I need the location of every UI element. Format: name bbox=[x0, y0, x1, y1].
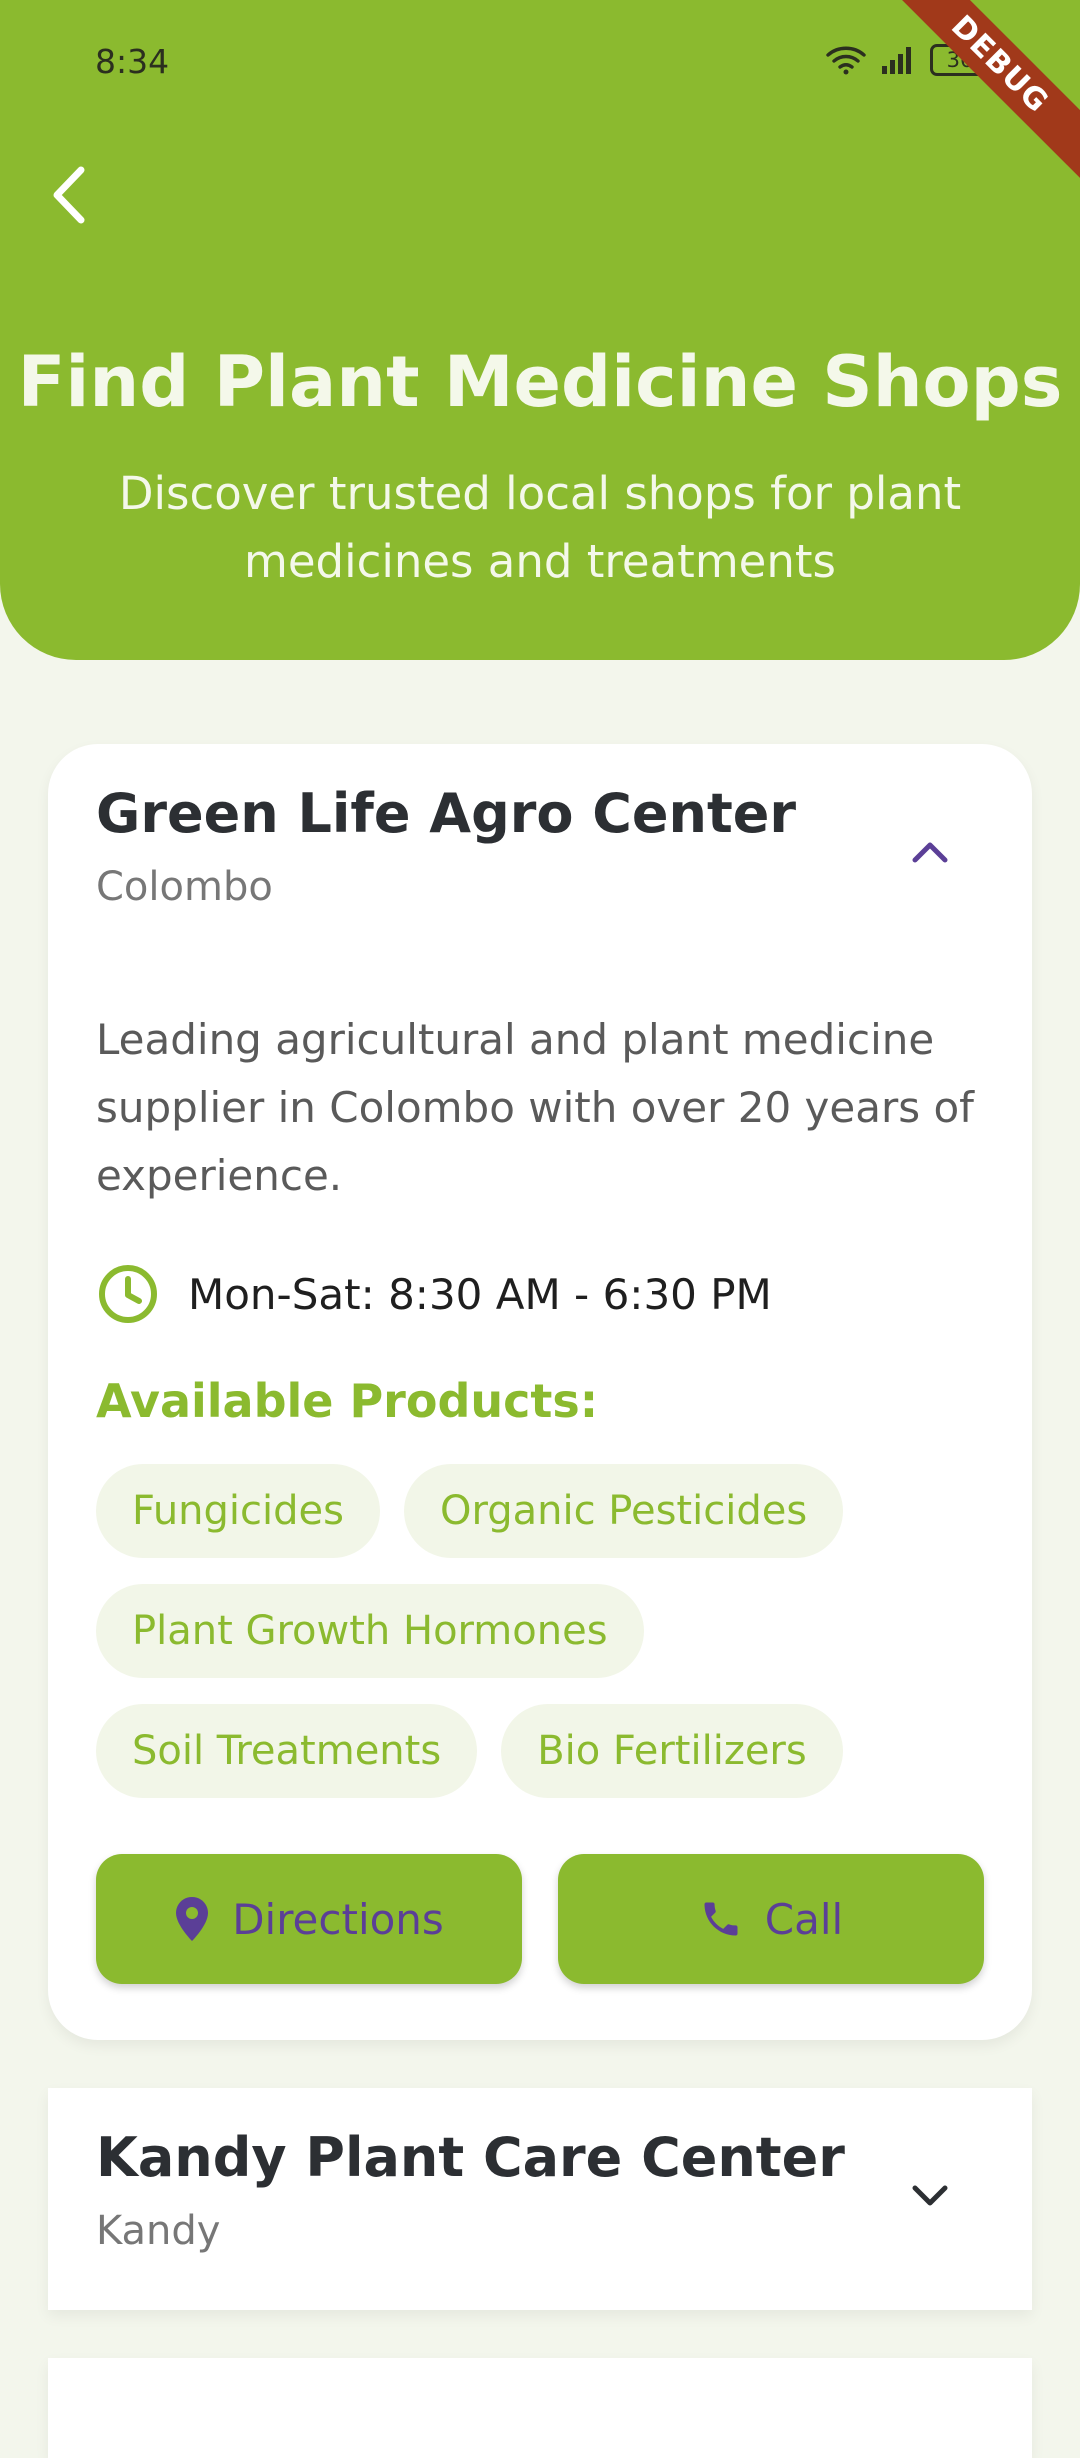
page-title: Find Plant Medicine Shops bbox=[17, 341, 1063, 423]
shop-hours-text: Mon-Sat: 8:30 AM - 6:30 PM bbox=[188, 1269, 772, 1319]
product-chip: Soil Treatments bbox=[96, 1704, 478, 1798]
phone-icon bbox=[704, 1902, 738, 1936]
clock-icon bbox=[99, 1265, 157, 1323]
shop-name: Kandy Plant Care Center bbox=[96, 2126, 845, 2189]
product-chip: Bio Fertilizers bbox=[501, 1704, 843, 1798]
product-chip: Organic Pesticides bbox=[403, 1464, 844, 1558]
shop-city: Colombo bbox=[96, 864, 273, 910]
collapse-button[interactable] bbox=[908, 830, 952, 874]
chevron-up-icon bbox=[912, 842, 948, 863]
product-chips: Fungicides Organic Pesticides Plant Grow… bbox=[96, 1464, 996, 1824]
product-chip: Plant Growth Hormones bbox=[96, 1584, 644, 1678]
products-heading: Available Products: bbox=[96, 1374, 599, 1428]
shop-hours-row: Mon-Sat: 8:30 AM - 6:30 PM bbox=[96, 1262, 772, 1326]
shop-card-partial[interactable] bbox=[48, 2358, 1032, 2458]
location-pin-icon bbox=[176, 1897, 209, 1941]
shop-city: Kandy bbox=[96, 2208, 221, 2254]
shop-name: Green Life Agro Center bbox=[96, 782, 797, 845]
page-subtitle: Discover trusted local shops for plant m… bbox=[118, 467, 962, 588]
directions-button[interactable]: Directions bbox=[96, 1854, 522, 1984]
status-time: 8:34 bbox=[95, 42, 170, 81]
product-chip: Fungicides bbox=[96, 1464, 380, 1558]
directions-label: Directions bbox=[232, 1894, 444, 1944]
expand-button[interactable] bbox=[908, 2174, 952, 2218]
app-header: 8:34 36 Find Plant Medicine Shops Discov… bbox=[0, 0, 1080, 660]
call-label: Call bbox=[764, 1894, 844, 1944]
chevron-left-icon bbox=[53, 166, 85, 224]
shop-card-kandy[interactable]: Kandy Plant Care Center Kandy bbox=[48, 2088, 1032, 2310]
back-button[interactable] bbox=[38, 155, 98, 235]
shop-card-green-life: Green Life Agro Center Colombo Leading a… bbox=[48, 744, 1032, 2040]
wifi-icon bbox=[826, 46, 866, 75]
signal-icon bbox=[882, 47, 911, 74]
call-button[interactable]: Call bbox=[558, 1854, 984, 1984]
shop-description: Leading agricultural and plant medicine … bbox=[96, 1015, 974, 1200]
chevron-down-icon bbox=[912, 2185, 948, 2206]
